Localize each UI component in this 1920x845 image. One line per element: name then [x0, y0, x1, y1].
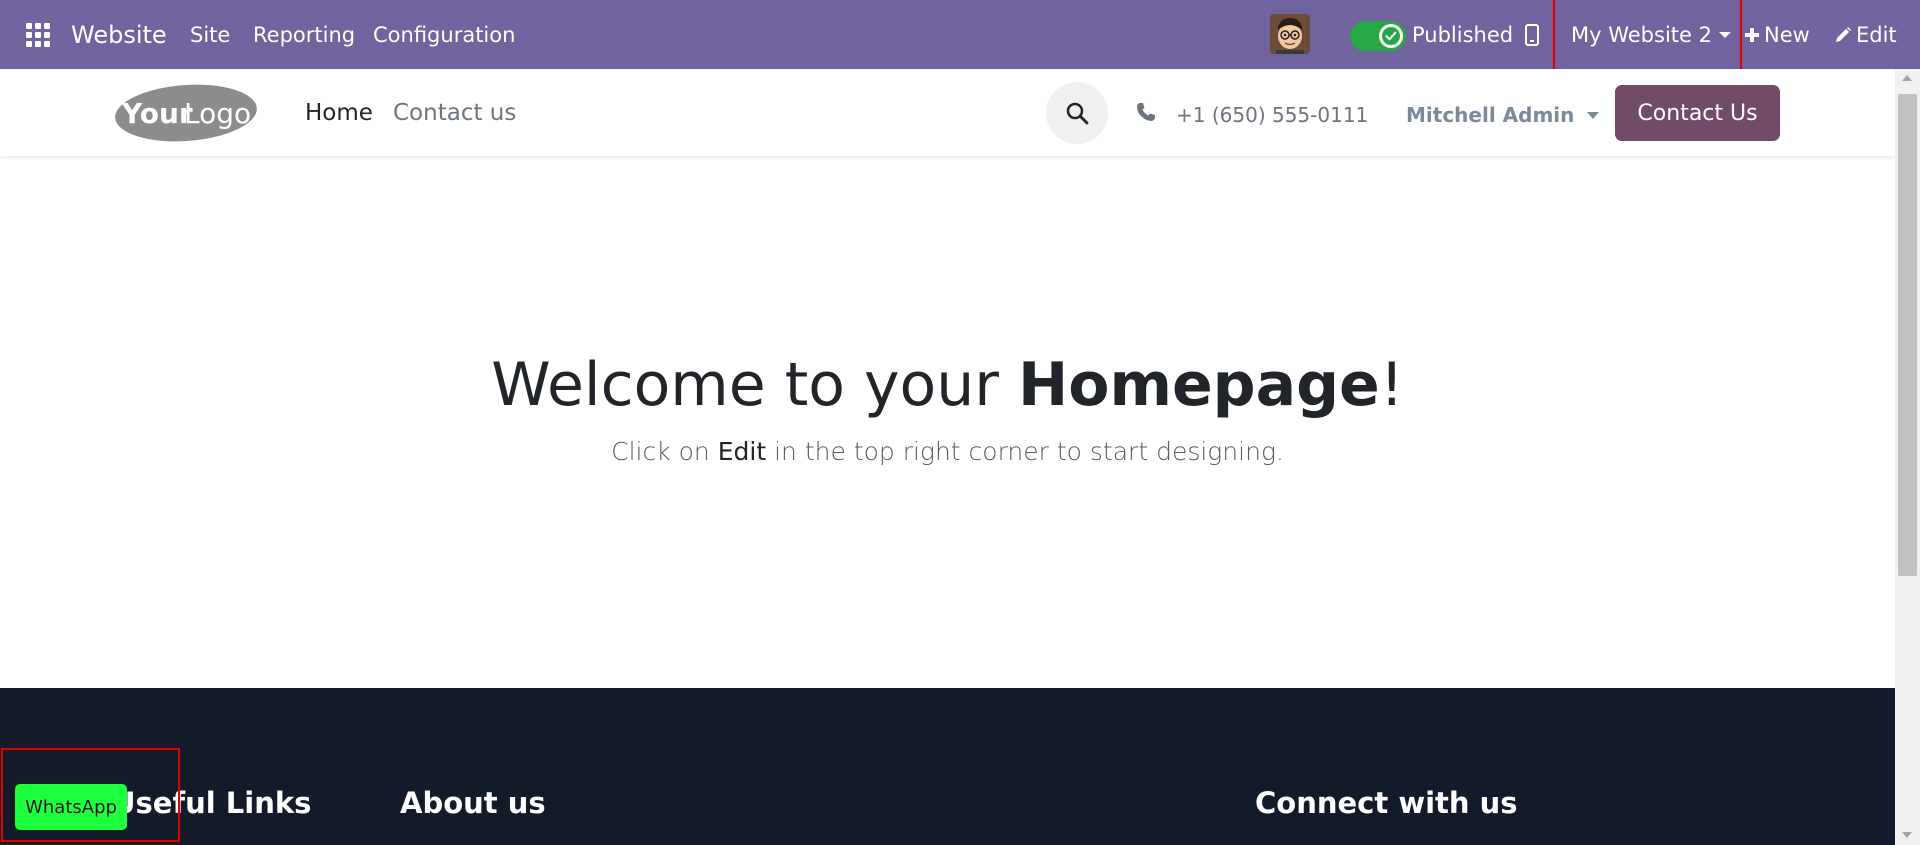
published-toggle[interactable]: [1350, 21, 1406, 51]
user-name: Mitchell Admin: [1406, 103, 1575, 127]
search-button[interactable]: [1046, 82, 1108, 144]
new-button[interactable]: New: [1744, 0, 1810, 69]
menu-configuration[interactable]: Configuration: [373, 0, 515, 69]
hero-subtitle: Click on Edit in the top right corner to…: [0, 437, 1895, 466]
site-logo[interactable]: Your Logo: [114, 83, 258, 143]
site-footer: [0, 688, 1895, 845]
scrollbar-thumb[interactable]: [1898, 94, 1917, 576]
footer-heading-about-us: About us: [400, 786, 546, 820]
website-switcher-label: My Website 2: [1571, 22, 1712, 47]
hero-title: Welcome to your Homepage!: [0, 350, 1895, 420]
odoo-topbar: Website Site Reporting Configuration Pub…: [0, 0, 1920, 69]
edit-button-label: Edit: [1856, 22, 1897, 47]
scroll-down-arrow-icon[interactable]: [1902, 832, 1912, 838]
site-header: [0, 69, 1895, 156]
app-brand[interactable]: Website: [71, 0, 167, 69]
whatsapp-button[interactable]: WhatsApp: [15, 784, 127, 830]
contact-us-button[interactable]: Contact Us: [1615, 85, 1780, 141]
caret-down-icon: [1718, 31, 1731, 38]
hero-title-suffix: !: [1379, 350, 1404, 420]
apps-menu-icon[interactable]: [26, 0, 52, 69]
menu-site[interactable]: Site: [190, 0, 230, 69]
published-label[interactable]: Published: [1412, 0, 1513, 69]
website-switcher[interactable]: My Website 2: [1571, 0, 1732, 69]
mobile-preview-icon[interactable]: [1525, 0, 1539, 69]
phone-number[interactable]: +1 (650) 555-0111: [1176, 103, 1368, 127]
logo-text-light: Logo: [184, 97, 251, 130]
hero-sub-prefix: Click on: [611, 437, 718, 466]
nav-contact-us[interactable]: Contact us: [393, 100, 516, 126]
caret-down-icon: [1587, 111, 1600, 119]
edit-button[interactable]: Edit: [1834, 0, 1897, 69]
logo-text-bold: Your: [121, 97, 193, 130]
footer-heading-connect: Connect with us: [1255, 786, 1518, 820]
footer-heading-useful-links: Useful Links: [112, 786, 312, 820]
user-menu[interactable]: Mitchell Admin: [1406, 103, 1600, 127]
menu-reporting[interactable]: Reporting: [253, 0, 355, 69]
hero-sub-keyword: Edit: [717, 437, 767, 466]
new-button-label: New: [1764, 22, 1810, 47]
hero-title-bold: Homepage: [1018, 350, 1380, 420]
search-icon: [1066, 102, 1089, 125]
scroll-up-arrow-icon[interactable]: [1902, 75, 1912, 81]
avatar[interactable]: [1270, 14, 1310, 54]
nav-home[interactable]: Home: [305, 100, 373, 126]
hero-sub-suffix: in the top right corner to start designi…: [766, 437, 1284, 466]
pencil-icon: [1836, 26, 1851, 42]
plus-icon: [1745, 27, 1759, 42]
hero-title-prefix: Welcome to your: [491, 350, 1019, 420]
check-icon: [1379, 24, 1403, 48]
phone-icon: [1136, 102, 1156, 126]
